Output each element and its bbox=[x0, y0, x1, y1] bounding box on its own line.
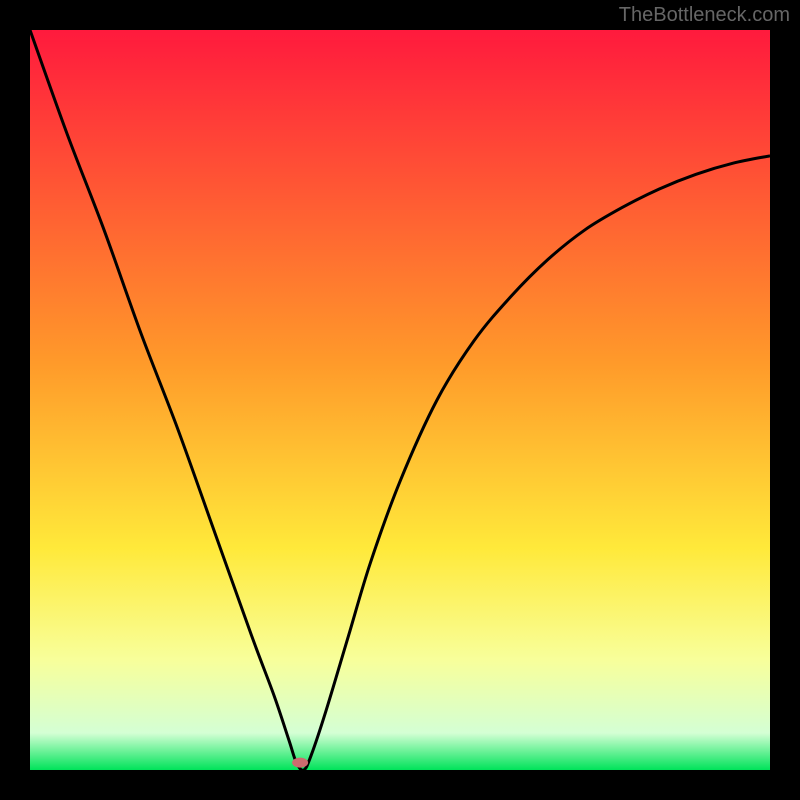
bottleneck-chart bbox=[30, 30, 770, 770]
optimal-point-marker bbox=[292, 758, 308, 768]
gradient-background bbox=[30, 30, 770, 770]
chart-area bbox=[30, 30, 770, 770]
watermark-text: TheBottleneck.com bbox=[619, 4, 790, 27]
